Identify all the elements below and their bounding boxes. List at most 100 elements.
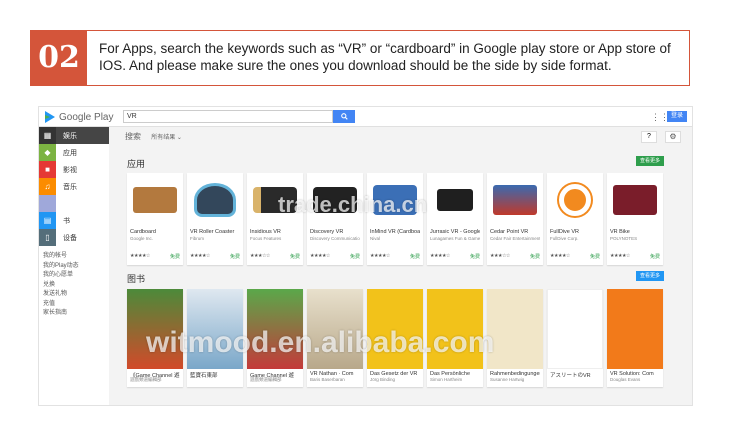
book-author: 遊戲頻道編輯部 <box>250 377 282 382</box>
book-card[interactable]: 《Game Channel 遊 遊戲頻道編輯部 <box>127 289 183 387</box>
app-thumbnail <box>311 177 359 223</box>
apps-section-title: 应用 <box>127 159 146 169</box>
book-cover <box>547 289 603 369</box>
app-card[interactable]: Jurrasic VR - Google Lunagames Fun & Gam… <box>427 173 483 265</box>
app-card[interactable]: InMind VR (Cardboard) Nival ★★★★☆ 免费 <box>367 173 423 265</box>
app-price: 免费 <box>169 254 180 260</box>
help-button[interactable]: ? <box>641 131 657 143</box>
rating-stars: ★★★★☆ <box>310 253 330 259</box>
search-results-title: 搜索 <box>125 132 141 141</box>
app-price: 免费 <box>589 254 600 260</box>
android-icon: ◆ <box>39 144 56 161</box>
device-icon: ▯ <box>39 229 56 246</box>
app-card[interactable]: Discovery VR Discovery Communications ★★… <box>307 173 363 265</box>
settings-button[interactable]: ⚙ <box>665 131 681 143</box>
sidebar-item-entertainment[interactable]: ▦ 娱乐 <box>39 127 109 144</box>
app-price: 免费 <box>409 254 420 260</box>
book-card[interactable]: Game Channel 遊 遊戲頻道編輯部 <box>247 289 303 387</box>
app-thumbnail <box>491 177 539 223</box>
app-thumbnail <box>251 177 299 223</box>
book-card[interactable]: VR Nathan · Com Baris Baserbaran <box>307 289 363 387</box>
app-developer: Lunagames Fun & Games <box>430 236 480 241</box>
book-title: 藍寶石東部 <box>190 373 218 379</box>
books-section-title: 图书 <box>127 274 146 284</box>
rating-stars: ★★★☆☆ <box>250 253 270 259</box>
rating-stars: ★★★★☆ <box>430 253 450 259</box>
page: 02 For Apps, search the keywords such as… <box>0 0 736 428</box>
top-bar: Google Play VR ⋮⋮⋮ 登录 <box>39 107 692 127</box>
rating-stars: ★★★★☆ <box>550 253 570 259</box>
app-thumbnail <box>191 177 239 223</box>
sidebar-item-hidden[interactable] <box>39 195 109 212</box>
app-price: 免费 <box>469 254 480 260</box>
sidebar-link[interactable]: 我的帐号 <box>39 252 109 262</box>
book-card[interactable]: Das Persönliche Simon Hartheim <box>427 289 483 387</box>
sidebar-link[interactable]: 家长指南 <box>39 309 109 319</box>
sidebar-item-devices[interactable]: ▯ 设备 <box>39 229 109 246</box>
app-developer: Google Inc. <box>130 236 154 241</box>
sidebar-item-label: 应用 <box>63 149 77 157</box>
help-icon: ? <box>647 133 651 140</box>
apps-row: Cardboard Google Inc. ★★★★☆ 免费 VR Roller… <box>127 173 667 265</box>
books-more-button[interactable]: 查看更多 <box>636 271 664 281</box>
play-store-window: Google Play VR ⋮⋮⋮ 登录 ▦ 娱乐 ◆ 应用 ■ 影视 ♫ 音… <box>38 106 693 406</box>
app-card[interactable]: Cedar Point VR Cedar Fair Entertainment … <box>487 173 543 265</box>
app-price: 免费 <box>229 254 240 260</box>
app-card[interactable]: VR Roller Coaster Fibrum ★★★★☆ 免费 <box>187 173 243 265</box>
film-icon: ■ <box>39 161 56 178</box>
book-title: アスリートのVR <box>550 373 591 379</box>
app-title: Insidious VR <box>250 229 281 235</box>
sidebar-link[interactable]: 兑换 <box>39 281 109 291</box>
signin-button[interactable]: 登录 <box>667 111 687 122</box>
sidebar-item-label: 书 <box>63 217 70 225</box>
step-banner: 02 For Apps, search the keywords such as… <box>30 30 690 86</box>
rating-stars: ★★★★☆ <box>190 253 210 259</box>
sidebar-link[interactable]: 发送礼物 <box>39 290 109 300</box>
search-input[interactable]: VR <box>123 110 333 123</box>
apps-more-button[interactable]: 查看更多 <box>636 156 664 166</box>
app-card[interactable]: Cardboard Google Inc. ★★★★☆ 免费 <box>127 173 183 265</box>
app-title: Discovery VR <box>310 229 344 235</box>
book-card[interactable]: アスリートのVR <box>547 289 603 387</box>
entertainment-icon: ▦ <box>39 127 56 144</box>
book-author: Jörg Binding <box>370 377 396 382</box>
sidebar-link[interactable]: 充值 <box>39 300 109 310</box>
subbar: 搜索 所有结果 ⌄ <box>125 131 182 142</box>
sidebar-item-label: 影视 <box>63 166 77 174</box>
book-cover <box>247 289 303 369</box>
search-button[interactable] <box>333 110 355 123</box>
app-card[interactable]: VR Bike POLYNOTES ★★★★☆ 免费 <box>607 173 663 265</box>
rating-stars: ★★★★☆ <box>610 253 630 259</box>
results-filter-dropdown[interactable]: 所有结果 ⌄ <box>151 135 182 141</box>
book-card[interactable]: VR Solution: Com Douglas Evans <box>607 289 663 387</box>
sidebar-link[interactable]: 我的Play动态 <box>39 262 109 272</box>
app-card[interactable]: Insidious VR Focus Features ★★★☆☆ 免费 <box>247 173 303 265</box>
sidebar: ▦ 娱乐 ◆ 应用 ■ 影视 ♫ 音乐 ▤ 书 ▯ 设备 我的帐号 我的Play… <box>39 127 109 405</box>
app-thumbnail <box>611 177 659 223</box>
gear-icon: ⚙ <box>669 132 677 141</box>
app-title: InMind VR (Cardboard) <box>370 229 420 235</box>
app-title: Cedar Point VR <box>490 229 529 235</box>
book-author: 遊戲頻道編輯部 <box>130 377 162 382</box>
logo-text: Google Play <box>59 111 114 123</box>
book-cover <box>367 289 423 369</box>
app-title: Cardboard <box>130 229 156 235</box>
sidebar-item-apps[interactable]: ◆ 应用 <box>39 144 109 161</box>
app-price: 免费 <box>529 254 540 260</box>
rating-stars: ★★★☆☆ <box>490 253 510 259</box>
book-card[interactable]: Das Gesetz der VR Jörg Binding <box>367 289 423 387</box>
sidebar-item-movies[interactable]: ■ 影视 <box>39 161 109 178</box>
book-card[interactable]: Rahmenbedingungen Susanne Hartwig <box>487 289 543 387</box>
sidebar-item-label: 音乐 <box>63 183 77 191</box>
app-card[interactable]: FullDive VR FullDive Corp. ★★★★☆ 免费 <box>547 173 603 265</box>
app-title: FullDive VR <box>550 229 580 235</box>
sidebar-item-music[interactable]: ♫ 音乐 <box>39 178 109 195</box>
book-cover <box>307 289 363 369</box>
google-play-logo[interactable]: Google Play <box>45 110 113 124</box>
book-card[interactable]: 藍寶石東部 <box>187 289 243 387</box>
music-icon: ♫ <box>39 178 56 195</box>
app-developer: FullDive Corp. <box>550 236 579 241</box>
sidebar-link[interactable]: 我的心愿单 <box>39 271 109 281</box>
sidebar-item-books[interactable]: ▤ 书 <box>39 212 109 229</box>
app-developer: Discovery Communications <box>310 236 360 241</box>
